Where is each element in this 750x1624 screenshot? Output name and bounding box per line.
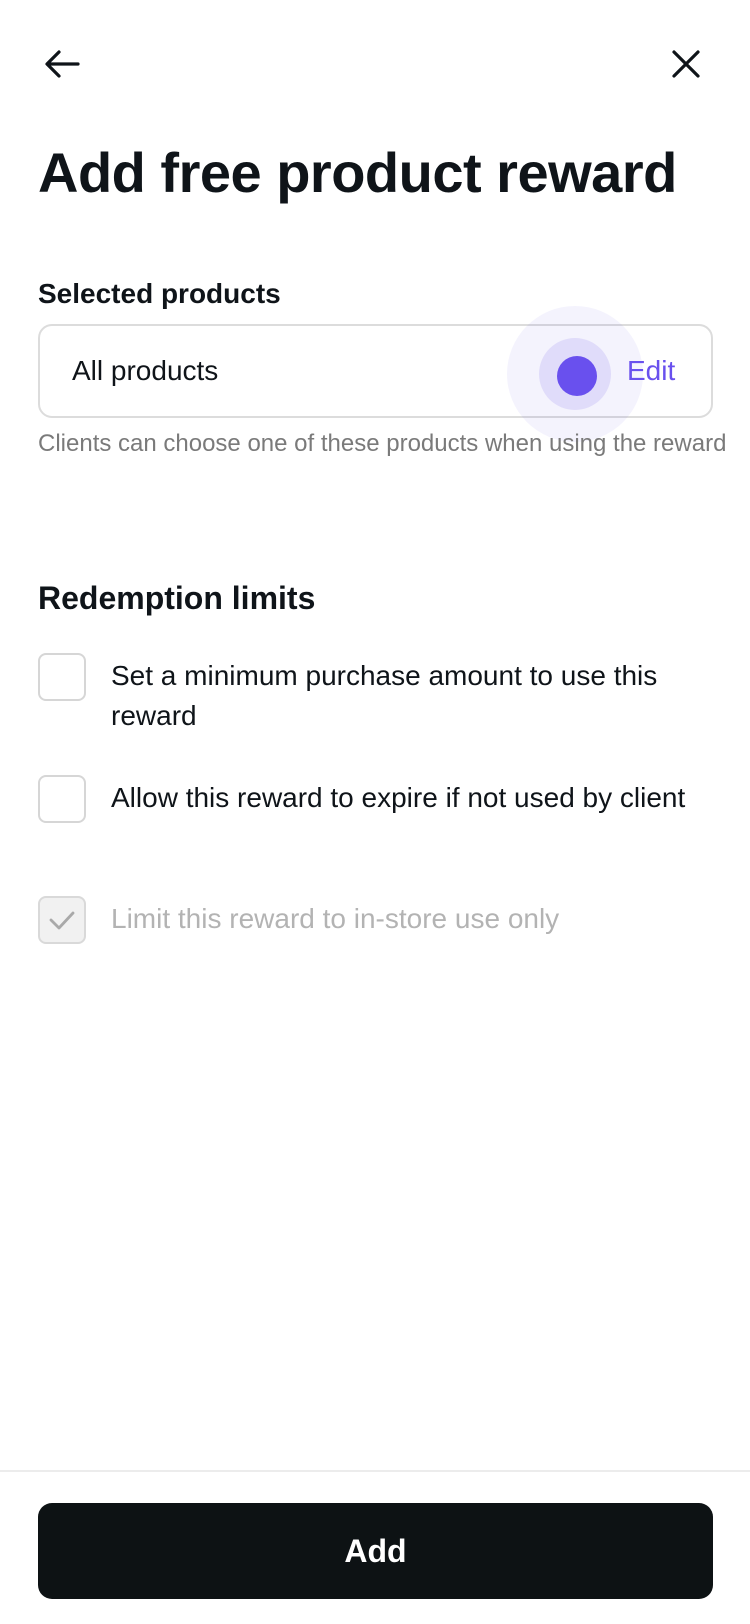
minimum-purchase-label: Set a minimum purchase amount to use thi… — [111, 660, 658, 731]
selected-products-label: Selected products — [38, 278, 281, 309]
footer-divider — [0, 1470, 750, 1472]
page-title: Add free product reward — [38, 141, 677, 204]
in-store-only-label: Limit this reward to in-store use only — [111, 903, 560, 934]
checkmark-icon — [49, 911, 75, 930]
edit-products-link[interactable]: Edit — [627, 353, 675, 389]
redemption-limits-heading: Redemption limits — [38, 580, 316, 616]
expire-reward-checkbox[interactable] — [38, 775, 86, 823]
arrow-left-icon — [45, 50, 80, 78]
back-button[interactable] — [36, 38, 88, 90]
close-button[interactable] — [660, 38, 712, 90]
selected-products-field[interactable]: All products Edit — [38, 306, 713, 442]
selected-products-helper-text: Clients can choose one of these products… — [38, 430, 727, 457]
close-icon — [672, 50, 700, 78]
touch-indicator-dot — [557, 356, 597, 396]
add-button[interactable]: Add — [38, 1503, 713, 1599]
in-store-only-checkbox — [38, 896, 86, 944]
expire-reward-label: Allow this reward to expire if not used … — [111, 782, 686, 813]
minimum-purchase-checkbox[interactable] — [38, 653, 86, 701]
selected-products-value: All products — [72, 355, 219, 386]
